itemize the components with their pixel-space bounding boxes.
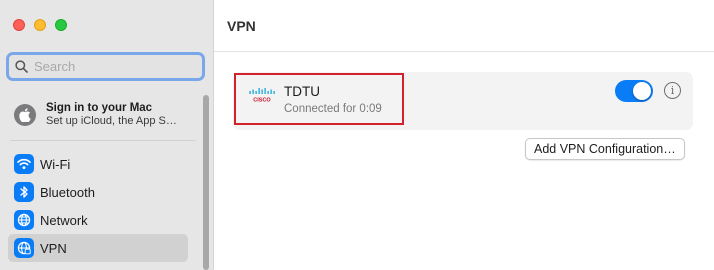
close-button[interactable] [13, 19, 25, 31]
globe-icon [14, 210, 34, 230]
page-title: VPN [227, 17, 256, 34]
maximize-button[interactable] [55, 19, 67, 31]
main-pane: VPN CISCO TDTU Connected for 0:09 i Add … [214, 0, 714, 270]
sidebar-item-label: Bluetooth [40, 184, 95, 200]
wifi-icon [14, 154, 34, 174]
sidebar-item-label: VPN [40, 240, 67, 256]
window-controls [13, 19, 67, 31]
sidebar-item-network[interactable]: Network [8, 206, 188, 234]
highlight-box [234, 73, 404, 125]
add-vpn-configuration-button[interactable]: Add VPN Configuration… [525, 138, 685, 160]
apple-icon [14, 104, 36, 126]
minimize-button[interactable] [34, 19, 46, 31]
account-subtitle: Set up iCloud, the App S… [46, 115, 177, 128]
search-input[interactable] [34, 59, 194, 74]
account-title: Sign in to your Mac [46, 102, 153, 115]
search-icon [15, 60, 28, 73]
sidebar-item-label: Network [40, 212, 88, 228]
search-field[interactable] [6, 52, 205, 81]
bluetooth-icon [14, 182, 34, 202]
vpn-toggle[interactable] [615, 80, 653, 102]
sidebar-item-bluetooth[interactable]: Bluetooth [8, 178, 188, 206]
sidebar-item-label: Wi-Fi [40, 156, 71, 172]
toggle-knob [633, 82, 651, 100]
info-icon[interactable]: i [664, 82, 681, 99]
sidebar: Sign in to your Mac Set up iCloud, the A… [0, 0, 214, 270]
vpn-globe-icon [14, 238, 34, 258]
sidebar-scrollbar[interactable] [203, 95, 209, 270]
sidebar-divider [10, 140, 196, 141]
sidebar-nav: Wi-Fi Bluetooth Network VPN [8, 150, 188, 262]
sidebar-item-vpn[interactable]: VPN [8, 234, 188, 262]
sidebar-item-wifi[interactable]: Wi-Fi [8, 150, 188, 178]
main-header: VPN [214, 0, 714, 52]
account-signin[interactable]: Sign in to your Mac Set up iCloud, the A… [14, 100, 204, 130]
